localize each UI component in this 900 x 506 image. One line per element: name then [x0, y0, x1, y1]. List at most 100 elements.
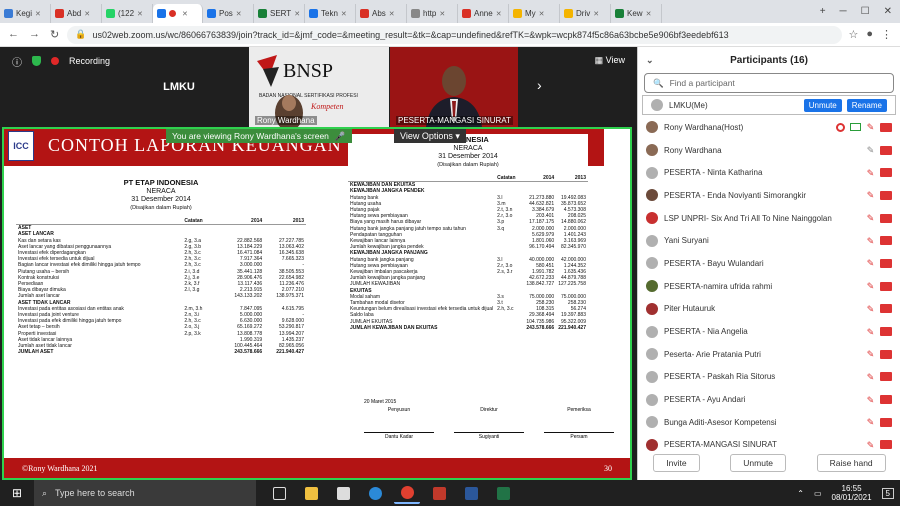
tab-close-icon[interactable]: ✕	[593, 10, 599, 18]
taskbar-apps	[266, 482, 516, 504]
camera-off-icon	[880, 440, 892, 450]
photos-icon[interactable]	[426, 482, 452, 504]
tab-close-icon[interactable]: ✕	[539, 10, 545, 18]
minimize-icon[interactable]: ─	[840, 6, 847, 17]
menu-icon[interactable]: ⋮	[881, 28, 892, 41]
unmute-all-button[interactable]: Unmute	[730, 454, 787, 472]
participant-row[interactable]: PESERTA - Nia Angelia ✎	[638, 320, 900, 343]
star-icon[interactable]: ☆	[848, 28, 858, 41]
tab-favicon-icon	[258, 9, 267, 18]
browser-tab[interactable]: My ✕	[509, 4, 560, 23]
next-page-icon[interactable]: ›	[537, 77, 542, 93]
browser-tab[interactable]: SERT ✕	[254, 4, 305, 23]
participant-search[interactable]: 🔍 Find a participant	[644, 73, 894, 93]
forward-icon[interactable]: →	[29, 28, 40, 41]
browser-tab[interactable]: Driv ✕	[560, 4, 611, 23]
tab-close-icon[interactable]: ✕	[236, 10, 242, 18]
tab-close-icon[interactable]: ✕	[496, 10, 502, 18]
browser-tab[interactable]: Abs ✕	[356, 4, 407, 23]
shield-icon[interactable]	[32, 56, 41, 66]
collapse-icon[interactable]: ⌄	[646, 55, 654, 66]
table-cell	[222, 225, 264, 232]
chrome-icon[interactable]	[394, 482, 420, 504]
participants-panel: ⌄ Participants (16) 🔍 Find a participant…	[637, 47, 900, 480]
info-icon[interactable]: ⓘ	[12, 54, 22, 69]
windows-start-icon[interactable]: ⊞	[0, 480, 34, 506]
tab-close-icon[interactable]: ✕	[137, 10, 143, 18]
tab-close-icon[interactable]: ✕	[182, 10, 188, 18]
participant-row[interactable]: Bunga Aditi-Asesor Kompetensi ✎	[638, 411, 900, 434]
participant-list: LMKU(Me) Unmute Rename Rony Wardhana(Host) ✎…	[638, 95, 900, 456]
participant-row[interactable]: Peserta- Arie Pratania Putri ✎	[638, 343, 900, 366]
signatures: Penyusun Dantu Kadar Direktur Sugiyanti Peme…	[364, 407, 614, 440]
back-icon[interactable]: ←	[8, 28, 19, 41]
participant-row[interactable]: PESERTA - Paskah Ria Sitorus ✎	[638, 366, 900, 389]
tab-close-icon[interactable]: ✕	[341, 10, 347, 18]
browser-tab[interactable]: ✕	[153, 4, 203, 23]
participant-row[interactable]: PESERTA - Bayu Wulandari ✎	[638, 252, 900, 275]
participant-row[interactable]: PESERTA - Ayu Andari ✎	[638, 388, 900, 411]
tab-close-icon[interactable]: ✕	[294, 10, 300, 18]
shared-screen[interactable]: You are viewing Rony Wardhana's screen 🎤…	[2, 127, 632, 480]
slide-number: 30	[604, 463, 612, 473]
browser-tab[interactable]: Pos ✕	[203, 4, 254, 23]
profile-icon[interactable]: ●	[866, 28, 873, 41]
browser-tab[interactable]: Abd ✕	[51, 4, 102, 23]
browser-tab[interactable]: Kew ✕	[611, 4, 662, 23]
participant-row[interactable]: Rony Wardhana ✎	[638, 139, 900, 162]
participant-row[interactable]: Piter Hutauruk ✎	[638, 298, 900, 321]
browser-tab[interactable]: (122 ✕	[102, 4, 153, 23]
maximize-icon[interactable]: ☐	[861, 6, 870, 17]
tab-close-icon[interactable]: ✕	[35, 10, 41, 18]
tray-chevron-icon[interactable]: ⌃	[797, 489, 804, 498]
close-window-icon[interactable]: ✕	[884, 6, 892, 17]
raise-hand-button[interactable]: Raise hand	[816, 454, 886, 472]
invite-button[interactable]: Invite	[653, 454, 700, 472]
camera-off-icon	[880, 168, 892, 178]
excel-icon[interactable]	[490, 482, 516, 504]
participant-row[interactable]: LMKU(Me) Unmute Rename	[642, 95, 896, 115]
unmute-button[interactable]: Unmute	[803, 98, 842, 112]
column-header: 2014	[222, 218, 265, 226]
table-cell	[556, 182, 588, 189]
tab-favicon-icon	[564, 9, 573, 18]
address-bar: ← → ↻ 🔒 us02web.zoom.us/wc/86066763839/j…	[0, 23, 900, 47]
table-cell: 14.880.062	[560, 219, 586, 226]
mic-muted-icon: ✎	[866, 190, 875, 201]
participant-row[interactable]: PESERTA-MANGASI SINURAT ✎	[638, 434, 900, 457]
tab-close-icon[interactable]: ✕	[389, 10, 395, 18]
browser-tab[interactable]: Anne ✕	[458, 4, 509, 23]
url-field[interactable]: 🔒 us02web.zoom.us/wc/86066763839/join?tr…	[67, 25, 843, 44]
participant-row[interactable]: PESERTA - Ninta Katharina ✎	[638, 161, 900, 184]
browser-tab[interactable]: http ✕	[407, 4, 458, 23]
participant-row[interactable]: PESERTA - Enda Noviyanti Simorangkir ✎	[638, 184, 900, 207]
word-icon[interactable]	[458, 482, 484, 504]
taskbar-search[interactable]: ⌕ Type here to search	[34, 480, 256, 506]
new-tab-button[interactable]: +	[820, 6, 826, 17]
table-cell: 21.273.880	[529, 194, 555, 201]
signer-name: Persam	[570, 434, 588, 440]
avatar	[646, 348, 658, 361]
file-explorer-icon[interactable]	[298, 482, 324, 504]
notification-icon[interactable]: 5	[881, 487, 894, 499]
browser-tab[interactable]: Tekn ✕	[305, 4, 356, 23]
network-icon[interactable]: ▭	[814, 489, 822, 498]
store-icon[interactable]	[330, 482, 356, 504]
tab-close-icon[interactable]: ✕	[439, 10, 445, 18]
view-options-button[interactable]: View Options ▾	[394, 129, 466, 143]
lock-icon: 🔒	[75, 29, 87, 39]
task-view-icon[interactable]	[266, 482, 292, 504]
participant-row[interactable]: Yani Suryani ✎	[638, 229, 900, 252]
column-header	[16, 218, 183, 226]
rename-button[interactable]: Rename	[846, 98, 887, 112]
participant-row[interactable]: PESERTA-namira ufrida rahmi ✎	[638, 275, 900, 298]
participant-status: ✎	[866, 213, 892, 223]
edge-icon[interactable]	[362, 482, 388, 504]
browser-tab[interactable]: Kegi ✕	[0, 4, 51, 23]
participant-row[interactable]: LSP UNPRI- Six And Tri All To Nine Naing…	[638, 207, 900, 230]
participant-row[interactable]: Rony Wardhana(Host) ✎	[638, 116, 900, 139]
tab-close-icon[interactable]: ✕	[646, 10, 652, 18]
clock[interactable]: 16:55 08/01/2021	[832, 484, 872, 502]
tab-close-icon[interactable]: ✕	[84, 10, 90, 18]
reload-icon[interactable]: ↻	[50, 28, 59, 41]
